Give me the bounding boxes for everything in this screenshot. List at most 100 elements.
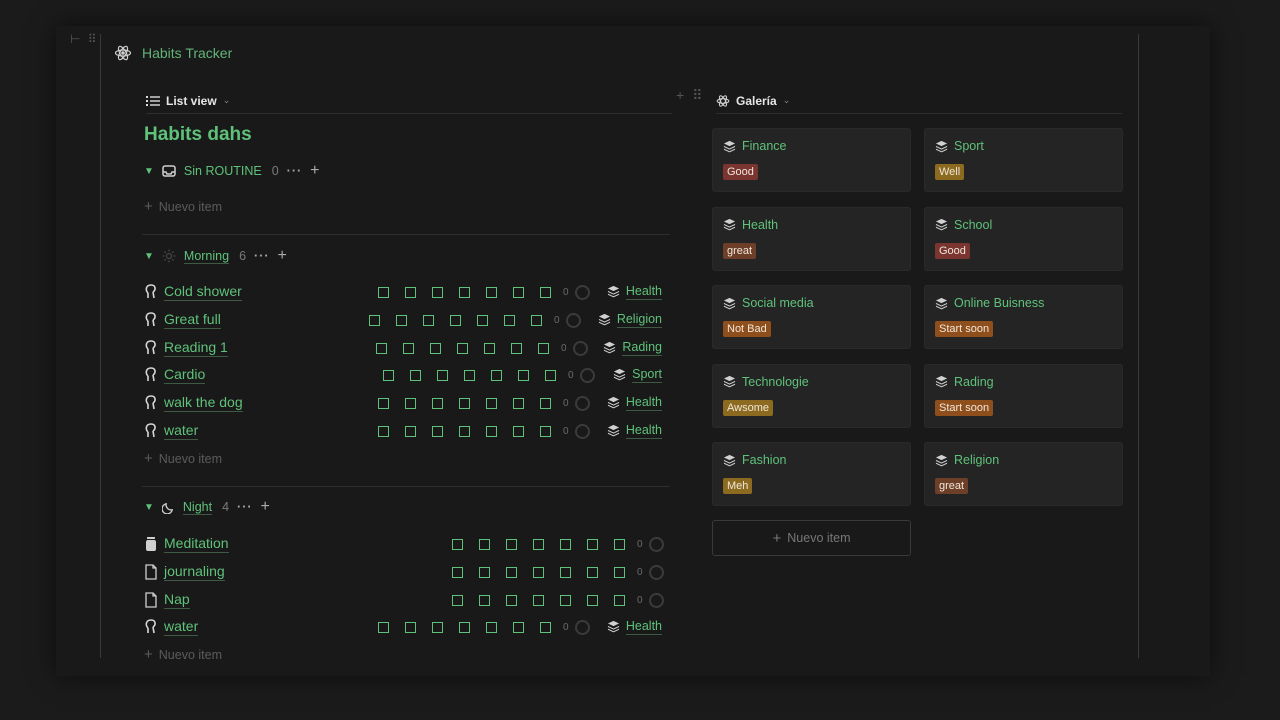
gallery-new-item-button[interactable]: + Nuevo item	[712, 520, 911, 556]
habit-name[interactable]: Reading 1	[164, 339, 228, 357]
habit-checkbox[interactable]	[459, 426, 470, 437]
habit-checkbox[interactable]	[459, 287, 470, 298]
habit-row[interactable]: Cold shower 0 Health	[144, 281, 674, 303]
habit-checkbox[interactable]	[513, 622, 524, 634]
habit-checkbox[interactable]	[506, 539, 517, 550]
habit-checkbox[interactable]	[486, 426, 497, 437]
habit-checkbox[interactable]	[533, 539, 544, 550]
gallery-card[interactable]: Online Buisness Start soon	[924, 285, 1123, 349]
habit-row[interactable]: Meditation 0	[144, 533, 674, 555]
new-item-button[interactable]: + Nuevo item	[144, 450, 222, 467]
habit-checkbox[interactable]	[504, 314, 515, 326]
area-tag[interactable]: Health	[607, 394, 662, 412]
habit-checkbox[interactable]	[432, 622, 443, 634]
habit-checkbox[interactable]	[518, 370, 529, 382]
habit-checkbox[interactable]	[540, 398, 551, 410]
habit-checkbox[interactable]	[513, 398, 524, 410]
habit-checkbox[interactable]	[378, 622, 389, 634]
habit-checkbox[interactable]	[491, 370, 502, 382]
habit-checkbox[interactable]	[405, 287, 416, 298]
habit-checkbox[interactable]	[376, 342, 387, 354]
habit-checkbox[interactable]	[506, 566, 517, 578]
habit-checkbox[interactable]	[545, 370, 556, 382]
habit-row[interactable]: water 0 Health	[144, 420, 674, 442]
habit-name[interactable]: Great full	[164, 311, 221, 329]
habit-checkbox[interactable]	[405, 622, 416, 634]
habit-checkbox[interactable]	[511, 342, 522, 354]
drag-handle-icon[interactable]: ⊢ ⠿	[70, 32, 99, 46]
habit-name[interactable]: walk the dog	[164, 394, 243, 413]
habit-checkbox[interactable]	[479, 594, 490, 606]
habit-checkbox[interactable]	[614, 594, 625, 606]
habit-checkbox[interactable]	[531, 314, 542, 326]
habit-checkbox[interactable]	[486, 398, 497, 410]
habit-row[interactable]: Nap 0	[144, 589, 674, 611]
gallery-card[interactable]: Technologie Awsome	[712, 363, 911, 428]
drag-handle-icon[interactable]: ⠿	[692, 87, 702, 104]
habit-checkbox[interactable]	[533, 566, 544, 578]
gallery-card[interactable]: Rading Start soon	[924, 363, 1123, 428]
habit-checkbox[interactable]	[452, 594, 463, 606]
habit-name[interactable]: Meditation	[164, 535, 229, 553]
habit-name[interactable]: Cold shower	[164, 283, 242, 301]
habit-checkbox[interactable]	[560, 594, 571, 606]
area-tag[interactable]: Religion	[598, 311, 662, 328]
group-header-night[interactable]: ▼ Night 4 ··· +	[144, 498, 270, 516]
gallery-card[interactable]: Health great	[712, 206, 911, 271]
habit-name[interactable]: water	[164, 422, 199, 440]
habit-checkbox[interactable]	[423, 314, 434, 326]
habit-checkbox[interactable]	[484, 342, 495, 354]
habit-name[interactable]: journaling	[164, 563, 225, 581]
habit-checkbox[interactable]	[432, 287, 443, 298]
add-block-icon[interactable]: +	[676, 87, 684, 104]
habit-name[interactable]: Cardio	[164, 366, 206, 385]
add-icon[interactable]: +	[310, 162, 319, 180]
gallery-card[interactable]: School Good	[924, 206, 1123, 271]
habit-checkbox[interactable]	[587, 594, 598, 606]
habit-checkbox[interactable]	[486, 622, 497, 634]
habit-checkbox[interactable]	[405, 398, 416, 410]
habit-checkbox[interactable]	[459, 398, 470, 410]
more-options-icon[interactable]: ···	[254, 249, 270, 263]
group-header-morning[interactable]: ▼ Morning 6 ··· +	[144, 247, 287, 265]
habit-checkbox[interactable]	[410, 370, 421, 382]
habit-checkbox[interactable]	[560, 566, 571, 578]
habit-checkbox[interactable]	[614, 539, 625, 550]
habit-checkbox[interactable]	[513, 426, 524, 437]
habit-checkbox[interactable]	[452, 539, 463, 550]
habit-checkbox[interactable]	[538, 342, 549, 354]
habit-checkbox[interactable]	[560, 539, 571, 550]
group-header-sin-routine[interactable]: ▼ Sin ROUTINE 0 ··· +	[144, 162, 320, 180]
habit-checkbox[interactable]	[432, 426, 443, 437]
toggle-triangle-icon[interactable]: ▼	[144, 166, 154, 177]
habit-row[interactable]: water 0 Health	[144, 616, 674, 638]
habit-name[interactable]: Nap	[164, 591, 190, 609]
habit-checkbox[interactable]	[477, 314, 488, 326]
habit-checkbox[interactable]	[452, 566, 463, 578]
habit-checkbox[interactable]	[459, 622, 470, 634]
habit-checkbox[interactable]	[369, 314, 380, 326]
area-tag[interactable]: Rading	[603, 339, 662, 356]
area-tag[interactable]: Health	[607, 618, 662, 636]
app-title[interactable]: Habits Tracker	[114, 44, 232, 62]
habit-row[interactable]: Great full 0 Religion	[144, 309, 674, 331]
more-options-icon[interactable]: ···	[287, 164, 303, 178]
area-tag[interactable]: Health	[607, 422, 662, 439]
toggle-triangle-icon[interactable]: ▼	[144, 502, 154, 513]
habit-checkbox[interactable]	[378, 398, 389, 410]
habit-checkbox[interactable]	[450, 314, 461, 326]
list-view-tab[interactable]: List view ⌄	[146, 88, 672, 114]
habit-checkbox[interactable]	[479, 539, 490, 550]
toggle-triangle-icon[interactable]: ▼	[144, 251, 154, 262]
gallery-card[interactable]: Fashion Meh	[712, 442, 911, 506]
habit-checkbox[interactable]	[464, 370, 475, 382]
habit-checkbox[interactable]	[437, 370, 448, 382]
add-icon[interactable]: +	[261, 498, 270, 516]
habit-checkbox[interactable]	[506, 594, 517, 606]
habit-checkbox[interactable]	[540, 622, 551, 634]
habit-checkbox[interactable]	[403, 342, 414, 354]
gallery-card[interactable]: Sport Well	[924, 128, 1123, 192]
habit-checkbox[interactable]	[587, 539, 598, 550]
habit-row[interactable]: Reading 1 0 Rading	[144, 337, 674, 359]
habit-checkbox[interactable]	[486, 287, 497, 298]
